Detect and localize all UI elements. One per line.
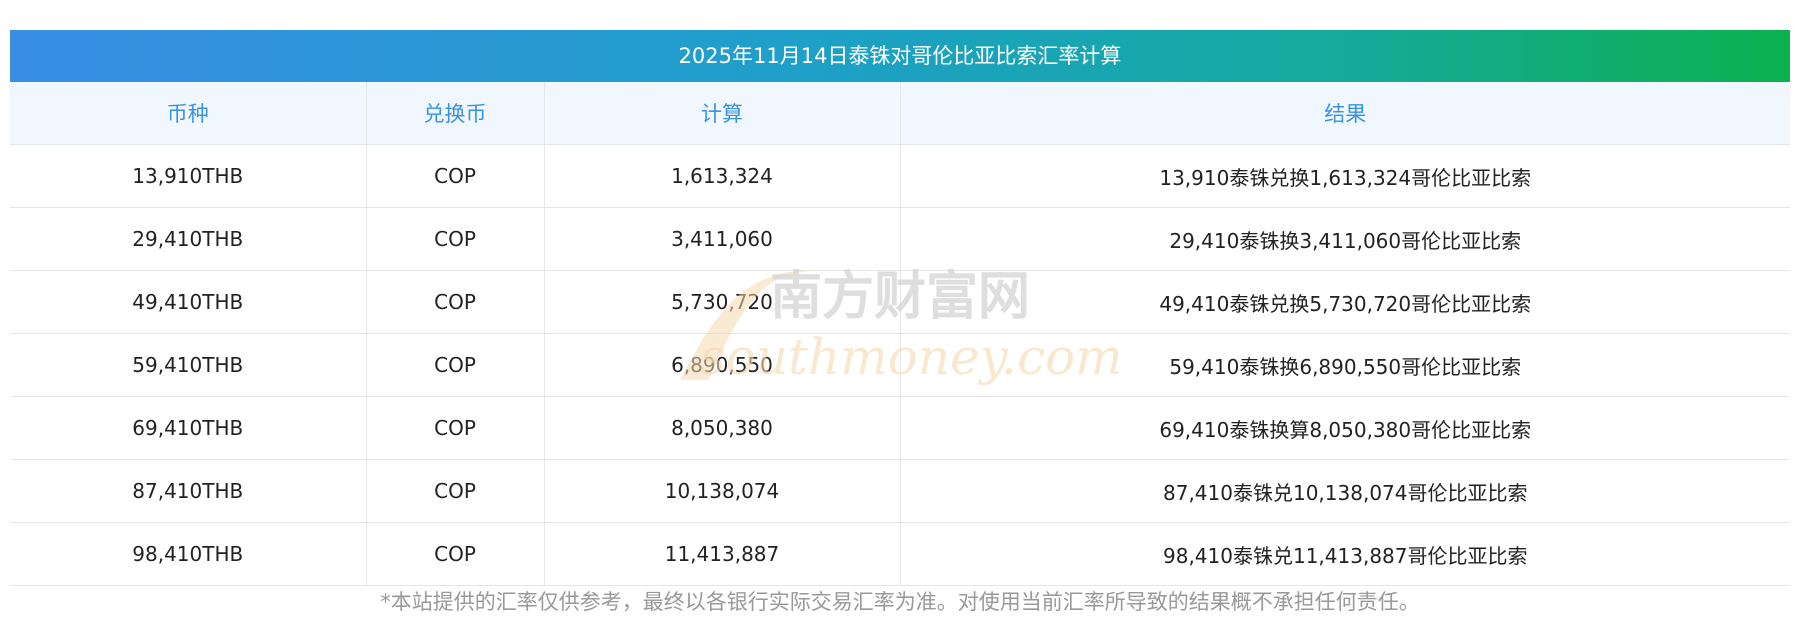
- cell-target-currency: COP: [366, 270, 545, 334]
- table-row: 87,410THB COP 10,138,074 87,410泰铢兑10,138…: [10, 459, 1790, 523]
- cell-currency: 49,410THB: [10, 270, 367, 334]
- cell-currency: 69,410THB: [10, 396, 367, 460]
- cell-target-currency: COP: [366, 396, 545, 460]
- cell-calculation: 1,613,324: [544, 144, 901, 208]
- cell-target-currency: COP: [366, 333, 545, 397]
- cell-target-currency: COP: [366, 522, 545, 586]
- header-currency: 币种: [10, 82, 367, 145]
- cell-result: 87,410泰铢兑10,138,074哥伦比亚比索: [900, 459, 1790, 523]
- cell-result: 13,910泰铢兑换1,613,324哥伦比亚比索: [900, 144, 1790, 208]
- cell-currency: 29,410THB: [10, 207, 367, 271]
- cell-target-currency: COP: [366, 459, 545, 523]
- disclaimer-footnote: *本站提供的汇率仅供参考，最终以各银行实际交易汇率为准。对使用当前汇率所导致的结…: [380, 590, 1420, 614]
- cell-calculation: 6,890,550: [544, 333, 901, 397]
- rate-table: 币种 兑换币 计算 结果 13,910THB COP 1,613,324 13,…: [10, 82, 1790, 586]
- cell-result: 98,410泰铢兑11,413,887哥伦比亚比索: [900, 522, 1790, 586]
- cell-currency: 98,410THB: [10, 522, 367, 586]
- cell-currency: 13,910THB: [10, 144, 367, 208]
- cell-target-currency: COP: [366, 144, 545, 208]
- cell-calculation: 5,730,720: [544, 270, 901, 334]
- header-target-currency: 兑换币: [366, 82, 545, 145]
- cell-calculation: 3,411,060: [544, 207, 901, 271]
- table-row: 49,410THB COP 5,730,720 49,410泰铢兑换5,730,…: [10, 270, 1790, 334]
- cell-result: 29,410泰铢换3,411,060哥伦比亚比索: [900, 207, 1790, 271]
- cell-result: 59,410泰铢换6,890,550哥伦比亚比索: [900, 333, 1790, 397]
- table-title: 2025年11月14日泰铢对哥伦比亚比索汇率计算: [10, 30, 1790, 82]
- table-row: 59,410THB COP 6,890,550 59,410泰铢换6,890,5…: [10, 333, 1790, 397]
- header-result: 结果: [900, 82, 1790, 145]
- cell-target-currency: COP: [366, 207, 545, 271]
- table-row: 98,410THB COP 11,413,887 98,410泰铢兑11,413…: [10, 522, 1790, 586]
- cell-currency: 87,410THB: [10, 459, 367, 523]
- table-row: 29,410THB COP 3,411,060 29,410泰铢换3,411,0…: [10, 207, 1790, 271]
- cell-calculation: 11,413,887: [544, 522, 901, 586]
- cell-calculation: 10,138,074: [544, 459, 901, 523]
- rate-table-container: 2025年11月14日泰铢对哥伦比亚比索汇率计算 币种 兑换币 计算 结果 13…: [10, 30, 1790, 586]
- table-row: 69,410THB COP 8,050,380 69,410泰铢换算8,050,…: [10, 396, 1790, 460]
- cell-result: 69,410泰铢换算8,050,380哥伦比亚比索: [900, 396, 1790, 460]
- header-row: 币种 兑换币 计算 结果: [10, 82, 1790, 145]
- table-row: 13,910THB COP 1,613,324 13,910泰铢兑换1,613,…: [10, 144, 1790, 208]
- cell-calculation: 8,050,380: [544, 396, 901, 460]
- cell-currency: 59,410THB: [10, 333, 367, 397]
- cell-result: 49,410泰铢兑换5,730,720哥伦比亚比索: [900, 270, 1790, 334]
- header-calculation: 计算: [544, 82, 901, 145]
